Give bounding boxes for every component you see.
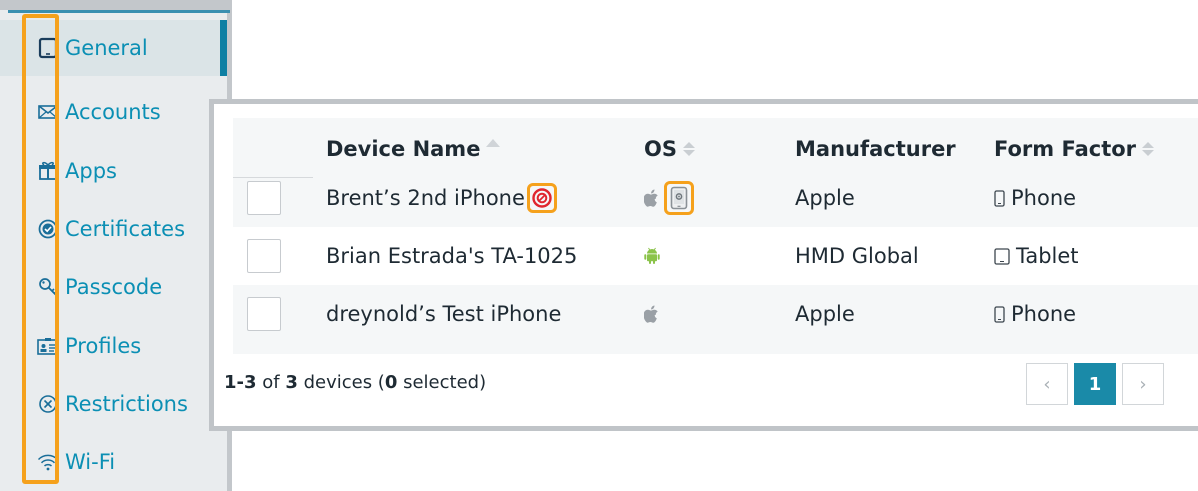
device-name-cell[interactable]: Brent’s 2nd iPhone	[326, 169, 557, 227]
page-1-button[interactable]: 1	[1074, 363, 1116, 405]
summary-text: devices (	[297, 372, 385, 393]
form-factor-cell: Phone	[994, 169, 1076, 227]
column-header-os[interactable]: OS	[644, 126, 695, 172]
devices-table: Device Name OS Manufacturer Form Factor …	[233, 118, 1198, 354]
table-row[interactable]: Brent’s 2nd iPhone Apple Phone	[233, 169, 1198, 227]
android-icon	[644, 247, 660, 265]
pagination: ‹ 1 ›	[1026, 363, 1164, 405]
tablet-icon	[994, 247, 1010, 265]
table-row[interactable]: Brian Estrada's TA-1025 HMD Global Table…	[233, 227, 1198, 285]
form-factor-label: Phone	[1011, 186, 1077, 210]
manufacturer-cell: Apple	[795, 186, 855, 210]
form-factor-label: Tablet	[1016, 244, 1079, 268]
column-header-form-factor[interactable]: Form Factor	[994, 126, 1155, 172]
column-header-device-name[interactable]: Device Name	[326, 126, 501, 172]
manufacturer-cell: HMD Global	[795, 244, 919, 268]
form-factor-label: Phone	[1011, 302, 1077, 326]
column-label: Form Factor	[994, 137, 1137, 161]
row-checkbox[interactable]	[247, 181, 281, 215]
phone-icon	[994, 305, 1005, 323]
summary-text: selected)	[397, 372, 487, 393]
column-label: Manufacturer	[795, 137, 956, 161]
sidebar-item-label: Passcode	[65, 275, 163, 299]
selection-summary: 1-3 of 3 devices (0 selected)	[224, 372, 486, 393]
sidebar-top-accent	[8, 10, 230, 13]
column-label: Device Name	[326, 137, 481, 161]
device-name-cell[interactable]: dreynold’s Test iPhone	[326, 285, 561, 343]
sidebar-icons-highlight	[22, 14, 59, 484]
sidebar-item-label: Apps	[65, 159, 117, 183]
supervised-device-icon	[664, 181, 694, 215]
table-row[interactable]: dreynold’s Test iPhone Apple Phone	[233, 285, 1198, 343]
manufacturer-cell: Apple	[795, 302, 855, 326]
range-count: 1-3	[224, 372, 257, 393]
os-cell	[644, 169, 694, 227]
sidebar-top-border	[0, 0, 232, 10]
apple-icon	[644, 305, 660, 324]
total-count: 3	[285, 372, 298, 393]
prev-page-button[interactable]: ‹	[1026, 363, 1068, 405]
os-cell	[644, 285, 660, 343]
sort-icon	[1142, 142, 1155, 156]
device-name-cell[interactable]: Brian Estrada's TA-1025	[326, 227, 577, 285]
os-cell	[644, 227, 660, 285]
sidebar-item-label: Restrictions	[65, 392, 188, 416]
apple-icon	[644, 189, 660, 208]
device-name[interactable]: dreynold’s Test iPhone	[326, 302, 561, 326]
summary-text: of	[256, 372, 286, 393]
phone-icon	[994, 189, 1005, 207]
sidebar-item-label: Profiles	[65, 334, 142, 358]
sidebar-item-label: Accounts	[65, 100, 161, 124]
sidebar-item-label: Wi-Fi	[65, 450, 116, 474]
row-checkbox[interactable]	[247, 297, 281, 331]
sidebar: General Accounts Apps Certificates Passc…	[0, 0, 232, 491]
sort-asc-icon	[486, 139, 501, 149]
sidebar-item-label: Certificates	[65, 217, 186, 241]
sort-icon	[682, 142, 695, 156]
form-factor-cell: Phone	[994, 285, 1076, 343]
next-page-button[interactable]: ›	[1122, 363, 1164, 405]
devices-panel: Device Name OS Manufacturer Form Factor …	[209, 99, 1198, 431]
column-header-manufacturer[interactable]: Manufacturer	[795, 126, 956, 172]
row-checkbox[interactable]	[247, 239, 281, 273]
device-name[interactable]: Brent’s 2nd iPhone	[326, 186, 525, 210]
sidebar-item-label: General	[65, 36, 148, 60]
selected-count: 0	[384, 372, 398, 393]
column-label: OS	[644, 137, 677, 161]
device-name[interactable]: Brian Estrada's TA-1025	[326, 244, 577, 268]
compass-badge-icon	[526, 183, 557, 213]
form-factor-cell: Tablet	[994, 227, 1079, 285]
